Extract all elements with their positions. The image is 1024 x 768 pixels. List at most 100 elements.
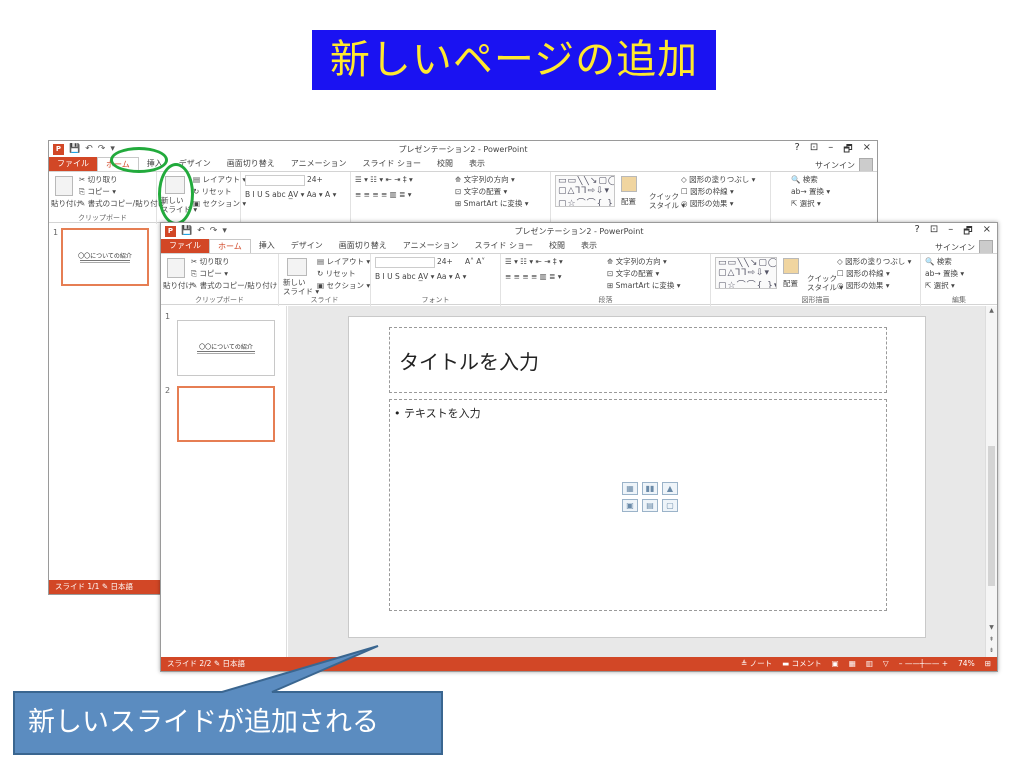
shapes-gallery[interactable]: ▭▭╲╲↘▢◯▾ ▢△⅂⅂⇨⇩▾ ▢☆⌒⌒{ }▾: [715, 257, 777, 289]
font-format-buttons[interactable]: B I U S abc A̲V ▾ Aa ▾ A ▾: [245, 190, 336, 199]
tab-home[interactable]: ホーム: [209, 238, 251, 254]
cut-button[interactable]: ✂ 切り取り: [79, 174, 118, 185]
copy-button[interactable]: ⎘ コピー ▾: [191, 268, 228, 279]
font-name-box[interactable]: [375, 257, 435, 268]
paste-icon[interactable]: [167, 258, 185, 278]
list-buttons[interactable]: ☰ ▾ ☷ ▾ ⇤ ⇥ ‡ ▾: [505, 257, 563, 266]
tab-insert[interactable]: 挿入: [251, 239, 283, 253]
next-slide-icon[interactable]: ⇟: [986, 647, 997, 654]
tab-review[interactable]: 校閲: [541, 239, 573, 253]
shape-fill-button[interactable]: ◇ 図形の塗りつぶし ▾: [681, 174, 755, 185]
arrange-icon[interactable]: [621, 176, 637, 192]
tab-file[interactable]: ファイル: [49, 157, 97, 171]
paste-button[interactable]: 貼り付け: [51, 198, 81, 209]
replace-button[interactable]: ab→ 置換 ▾: [791, 186, 830, 197]
select-button[interactable]: ⇱ 選択 ▾: [925, 280, 955, 291]
tab-view[interactable]: 表示: [461, 157, 493, 171]
insert-table-icon[interactable]: ▦: [622, 482, 638, 495]
select-button[interactable]: ⇱ 選択 ▾: [791, 198, 821, 209]
insert-video-icon[interactable]: ▢: [662, 499, 678, 512]
format-painter-button[interactable]: ✎ 書式のコピー/貼り付け: [191, 280, 277, 291]
section-button[interactable]: ▣ セクション ▾: [317, 280, 370, 291]
find-button[interactable]: 🔍 検索: [791, 174, 818, 185]
reset-button[interactable]: ↻ リセット: [317, 268, 356, 279]
body-placeholder[interactable]: • テキストを入力 ▦ ▮▮ ▲ ▣ ▤ ▢: [389, 399, 887, 611]
shape-fill-button[interactable]: ◇ 図形の塗りつぶし ▾: [837, 256, 911, 267]
shape-outline-button[interactable]: ☐ 図形の枠線 ▾: [681, 186, 734, 197]
tab-slideshow[interactable]: スライド ショー: [466, 239, 541, 253]
arrange-button[interactable]: 配置: [783, 278, 798, 289]
tab-transitions[interactable]: 画面切り替え: [331, 239, 395, 253]
quick-style-button[interactable]: クイック スタイル ▾: [649, 192, 685, 210]
shape-effects-button[interactable]: ◎ 図形の効果 ▾: [681, 198, 734, 209]
tab-view[interactable]: 表示: [573, 239, 605, 253]
zoom-slider[interactable]: – ——┼—— +: [899, 657, 948, 671]
slide-2[interactable]: タイトルを入力 • テキストを入力 ▦ ▮▮ ▲ ▣ ▤ ▢: [348, 316, 926, 638]
layout-button[interactable]: ▤ レイアウト ▾: [193, 174, 246, 185]
font-grow-shrink[interactable]: A˄ A˅: [465, 257, 485, 266]
align-text-button[interactable]: ⊡ 文字の配置 ▾: [455, 186, 507, 197]
format-painter-button[interactable]: ✎ 書式のコピー/貼り付け: [79, 198, 165, 209]
font-name-box[interactable]: [245, 175, 305, 186]
insert-picture-icon[interactable]: ▣: [622, 499, 638, 512]
shapes-row3: ▢☆⌒⌒{ }▾: [718, 281, 777, 289]
reset-button[interactable]: ↻ リセット: [193, 186, 232, 197]
comments-button[interactable]: ▬ コメント: [782, 657, 821, 671]
cut-button[interactable]: ✂ 切り取り: [191, 256, 230, 267]
signin[interactable]: サインイン: [815, 158, 873, 172]
smartart-button[interactable]: ⊞ SmartArt に変換 ▾: [455, 198, 529, 209]
shapes-gallery[interactable]: ▭▭╲╲↘▢◯▾ ▢△⅂⅂⇨⇩▾ ▢☆⌒⌒{ }▾: [555, 175, 615, 207]
smartart-button[interactable]: ⊞ SmartArt に変換 ▾: [607, 280, 681, 291]
tab-design[interactable]: デザイン: [283, 239, 331, 253]
tab-slideshow[interactable]: スライド ショー: [354, 157, 429, 171]
new-slide-icon[interactable]: [287, 258, 307, 276]
tab-file[interactable]: ファイル: [161, 239, 209, 253]
previous-slide-icon[interactable]: ⇞: [986, 636, 997, 643]
insert-chart-icon[interactable]: ▮▮: [642, 482, 658, 495]
new-slide-button[interactable]: 新しい スライド ▾: [283, 278, 319, 296]
slide-thumbnail-2[interactable]: [177, 386, 275, 442]
font-format-buttons[interactable]: B I U S abc A̲V ▾ Aa ▾ A ▾: [375, 272, 466, 281]
replace-button[interactable]: ab→ 置換 ▾: [925, 268, 964, 279]
section-button[interactable]: ▣ セクション ▾: [193, 198, 246, 209]
shape-outline-button[interactable]: ☐ 図形の枠線 ▾: [837, 268, 890, 279]
tab-animations[interactable]: アニメーション: [395, 239, 467, 253]
layout-button[interactable]: ▤ レイアウト ▾: [317, 256, 370, 267]
scroll-down-icon[interactable]: ▼: [986, 624, 997, 631]
signin[interactable]: サインイン: [935, 240, 993, 254]
shape-effects-button[interactable]: ◎ 図形の効果 ▾: [837, 280, 890, 291]
insert-online-picture-icon[interactable]: ▤: [642, 499, 658, 512]
tab-transitions[interactable]: 画面切り替え: [219, 157, 283, 171]
slide-sorter-icon[interactable]: ▦: [849, 657, 856, 671]
list-buttons[interactable]: ☰ ▾ ☷ ▾ ⇤ ⇥ ‡ ▾: [355, 175, 413, 184]
tab-animations[interactable]: アニメーション: [283, 157, 355, 171]
align-text-button[interactable]: ⊡ 文字の配置 ▾: [607, 268, 659, 279]
paste-icon[interactable]: [55, 176, 73, 196]
scroll-thumb[interactable]: [988, 446, 995, 586]
scroll-up-icon[interactable]: ▲: [986, 307, 997, 314]
reading-view-icon[interactable]: ▥: [866, 657, 873, 671]
font-size-box[interactable]: 24+: [437, 257, 453, 266]
font-size-box[interactable]: 24+: [307, 175, 323, 184]
text-direction-button[interactable]: ⟰ 文字列の方向 ▾: [607, 256, 667, 267]
align-buttons[interactable]: ≡ ≡ ≡ ≡ ▥ ≣ ▾: [355, 190, 412, 199]
slideshow-icon[interactable]: ▽: [883, 657, 889, 671]
arrange-icon[interactable]: [783, 258, 799, 274]
align-buttons[interactable]: ≡ ≡ ≡ ≡ ▥ ≣ ▾: [505, 272, 562, 281]
vertical-scrollbar[interactable]: ▲ ▼ ⇞ ⇟: [985, 306, 997, 657]
clipboard-group: 貼り付け ✂ 切り取り ⎘ コピー ▾ ✎ 書式のコピー/貼り付け クリップボー…: [161, 254, 279, 306]
title-placeholder[interactable]: タイトルを入力: [389, 327, 887, 393]
copy-button[interactable]: ⎘ コピー ▾: [79, 186, 116, 197]
zoom-level[interactable]: 74%: [958, 657, 975, 671]
arrange-button[interactable]: 配置: [621, 196, 636, 207]
insert-smartart-icon[interactable]: ▲: [662, 482, 678, 495]
tab-review[interactable]: 校閲: [429, 157, 461, 171]
text-direction-button[interactable]: ⟰ 文字列の方向 ▾: [455, 174, 515, 185]
notes-button[interactable]: ≜ ノート: [741, 657, 772, 671]
find-button[interactable]: 🔍 検索: [925, 256, 952, 267]
paste-button[interactable]: 貼り付け: [163, 280, 193, 291]
normal-view-icon[interactable]: ▣: [832, 657, 839, 671]
fit-slide-icon[interactable]: ⊞: [985, 657, 991, 671]
slide-thumbnail-1[interactable]: 〇〇についての紹介: [61, 228, 149, 286]
slide-thumbnail-1[interactable]: 〇〇についての紹介: [177, 320, 275, 376]
